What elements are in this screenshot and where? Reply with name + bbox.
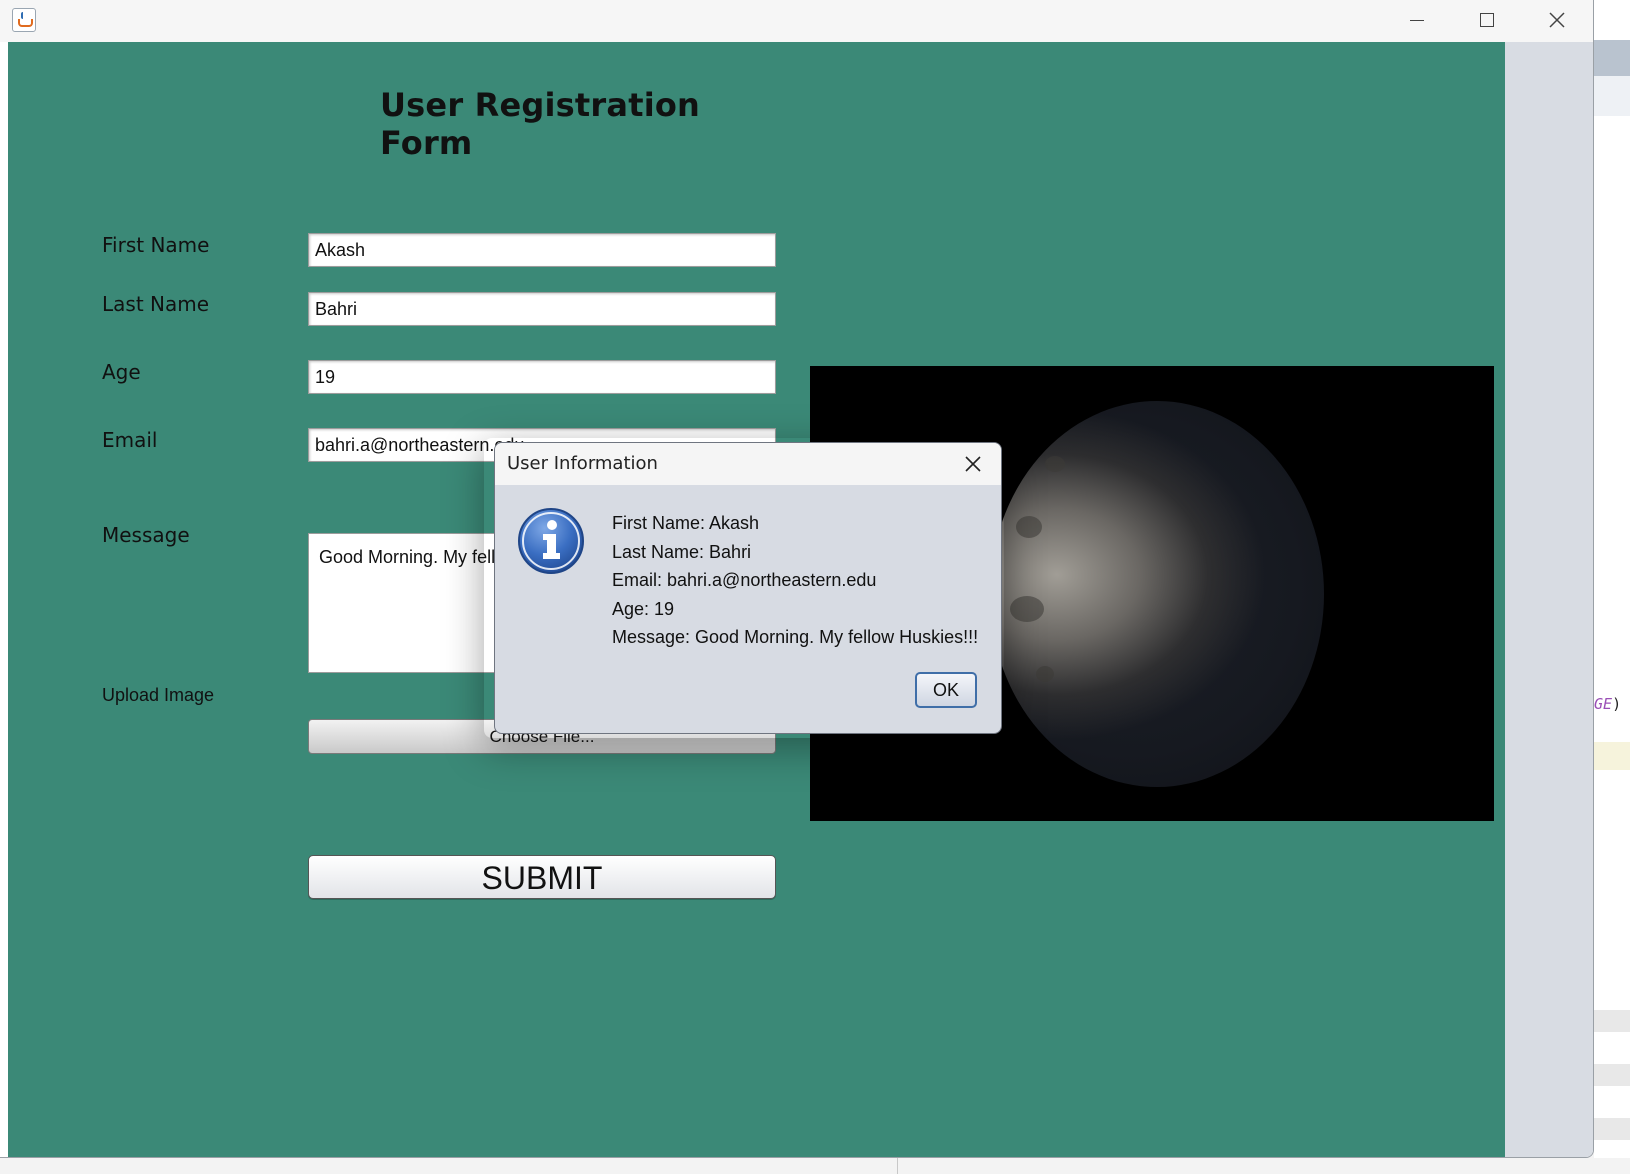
background-highlight-line (1594, 742, 1630, 770)
form-title: User Registration Form (380, 86, 701, 162)
code-suffix: ) (1612, 695, 1622, 713)
maximize-button[interactable] (1452, 0, 1522, 40)
ok-button[interactable]: OK (915, 672, 977, 708)
email-label: Email (102, 428, 158, 452)
background-app: GE) (1594, 0, 1630, 1174)
last-name-label: Last Name (102, 292, 210, 316)
dialog-line-email: Email: bahri.a@northeastern.edu (612, 570, 877, 590)
user-information-dialog: User Information First Name: Akash Last … (494, 442, 1002, 734)
age-label: Age (102, 360, 141, 384)
upload-image-label: Upload Image (102, 685, 215, 705)
dialog-title: User Information (507, 453, 658, 474)
dialog-title-bar[interactable]: User Information (495, 443, 1001, 485)
background-row (1594, 1064, 1630, 1086)
minimize-icon (1410, 19, 1424, 21)
minimize-button[interactable] (1382, 0, 1452, 40)
dialog-message: First Name: Akash Last Name: Bahri Email… (612, 509, 978, 652)
first-name-label: First Name (102, 233, 210, 257)
dialog-close-button[interactable] (955, 449, 991, 479)
title-bar[interactable] (0, 0, 1593, 42)
dialog-line-last-name: Last Name: Bahri (612, 541, 752, 562)
background-toolbar (1594, 40, 1630, 76)
moon-crescent (990, 401, 1324, 787)
dialog-line-message: Message: Good Morning. My fellow Huskies… (612, 627, 979, 647)
close-icon (1549, 12, 1565, 28)
java-app-icon[interactable] (12, 8, 36, 32)
maximize-icon (1480, 13, 1494, 27)
message-label: Message (102, 523, 190, 547)
background-bottom-bar (0, 1158, 1630, 1174)
code-keyword: GE (1594, 695, 1613, 713)
background-code-fragment: GE) (1594, 695, 1621, 713)
age-field[interactable]: 19 (308, 360, 776, 394)
info-icon (518, 508, 584, 574)
background-row (1594, 1118, 1630, 1140)
dialog-line-first-name: First Name: Akash (612, 513, 760, 533)
first-name-field[interactable]: Akash (308, 233, 776, 267)
close-window-button[interactable] (1522, 0, 1592, 40)
background-row (1594, 1010, 1630, 1032)
last-name-field[interactable]: Bahri (308, 292, 776, 326)
dialog-line-age: Age: 19 (612, 598, 675, 619)
close-icon (965, 456, 981, 472)
submit-button[interactable]: SUBMIT (308, 855, 776, 899)
background-panel (1594, 76, 1630, 116)
